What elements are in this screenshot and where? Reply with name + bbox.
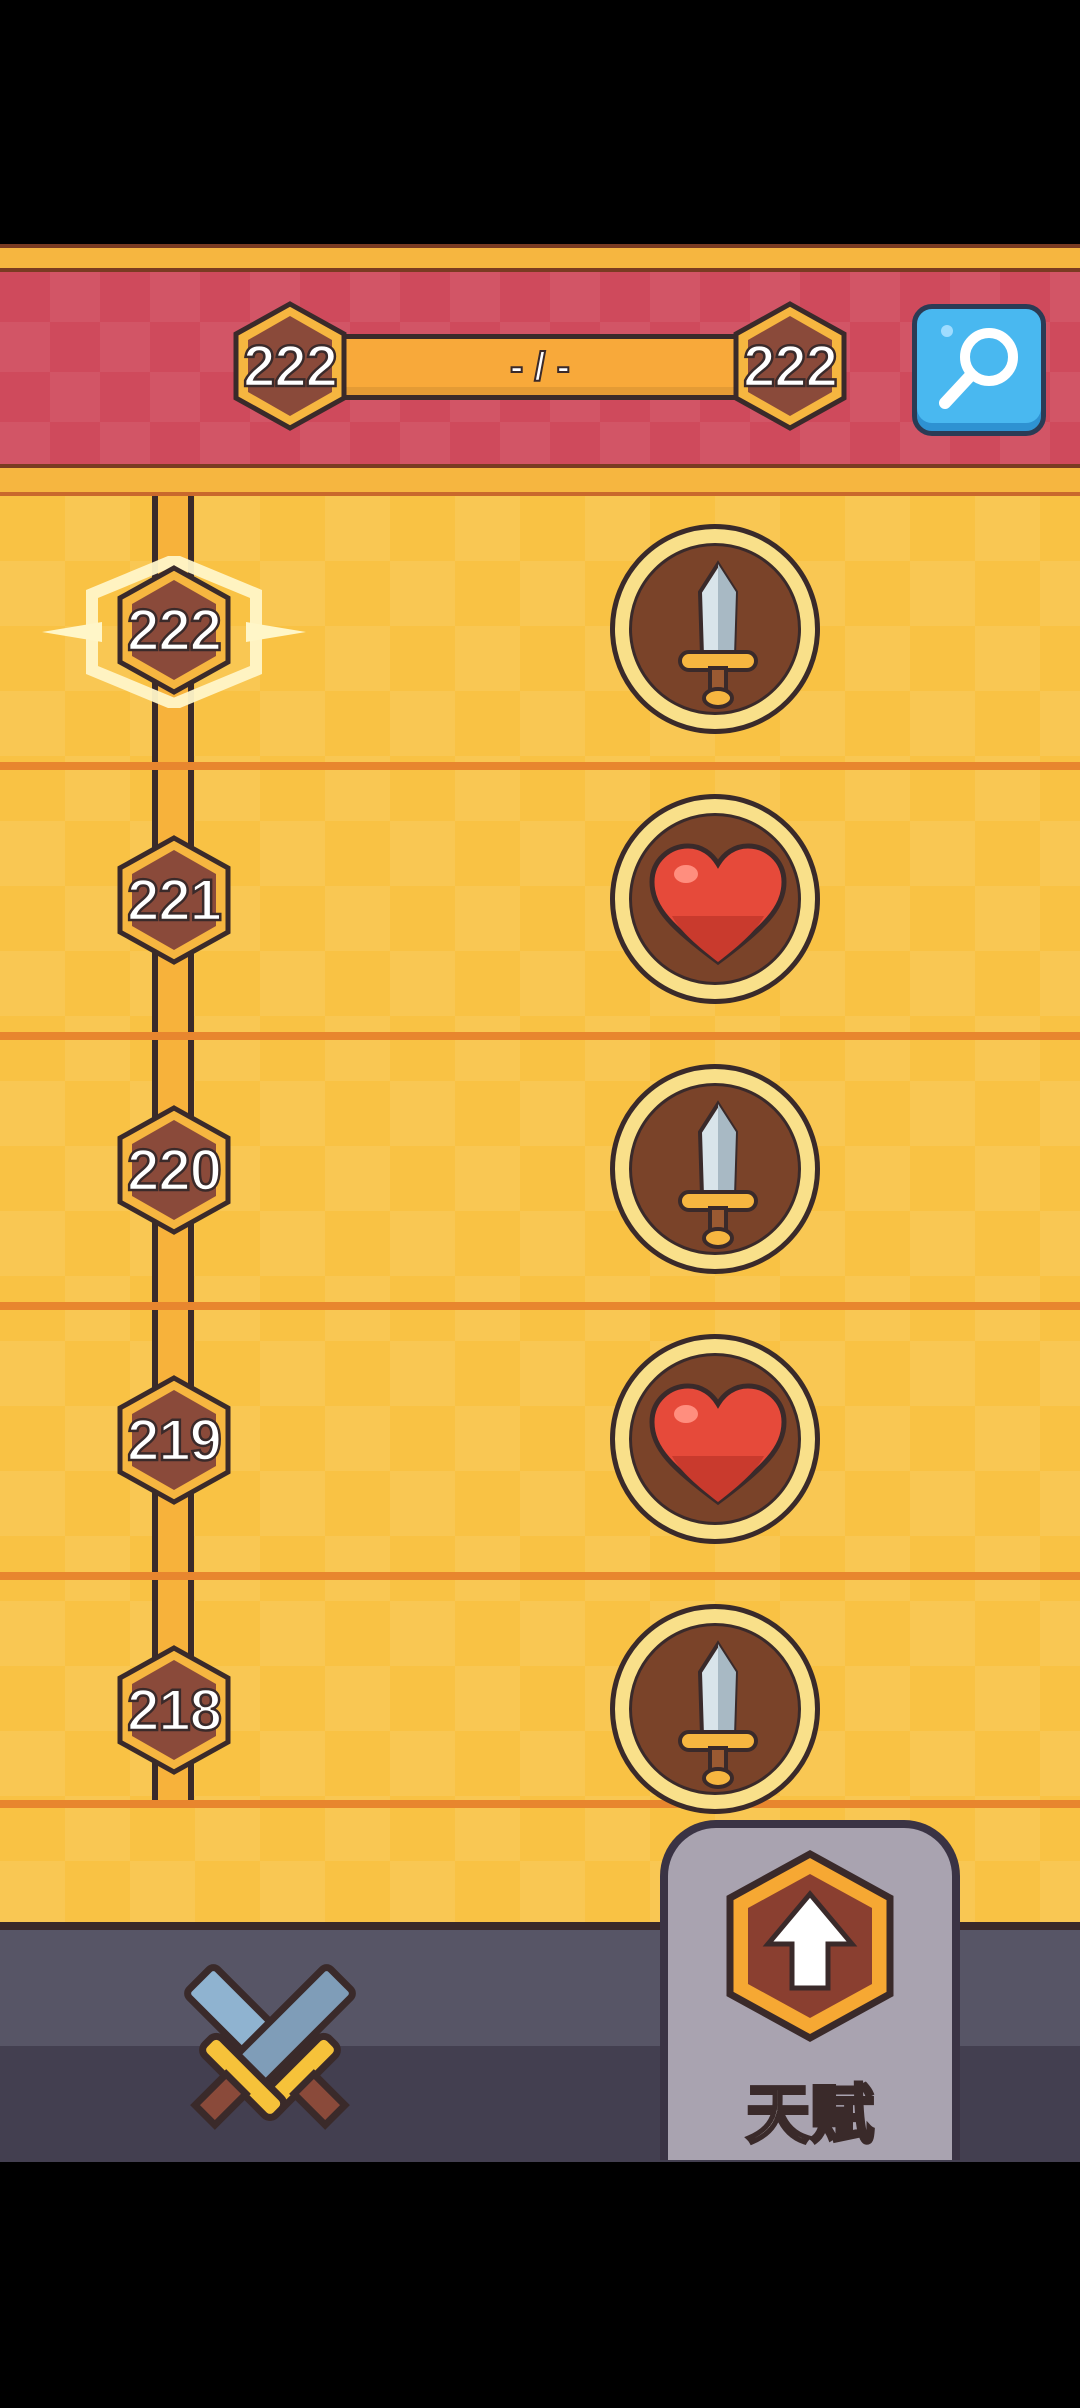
tab-talent-label: 天赋 (745, 2078, 876, 2153)
row-divider (0, 1800, 1080, 1808)
level-number: 221 (126, 866, 223, 934)
list-item-level-badge: 221 (114, 834, 234, 966)
target-level-badge: 222 (730, 300, 850, 432)
row-divider (0, 1572, 1080, 1580)
row-divider (0, 1032, 1080, 1040)
heart-icon (649, 843, 787, 966)
tab-battle[interactable] (150, 1940, 390, 2160)
sword-icon (678, 1640, 758, 1789)
list-item-level-badge: 220 (114, 1104, 234, 1236)
level-number: 220 (126, 1136, 223, 1204)
reward-slot[interactable] (610, 1334, 820, 1544)
reward-slot[interactable] (610, 524, 820, 734)
header-bottom-border (0, 464, 1080, 496)
progress-text: - / - (509, 344, 571, 390)
header-top-border (0, 244, 1080, 272)
current-level-number: 222 (242, 332, 339, 400)
row-divider (0, 762, 1080, 770)
target-level-number: 222 (742, 332, 839, 400)
sword-icon (678, 560, 758, 709)
level-number: 218 (126, 1676, 223, 1744)
magnifier-icon (939, 325, 1018, 409)
level-progress-bar: - / - (330, 334, 750, 400)
level-number: 219 (126, 1406, 223, 1474)
list-item-level-badge: 222 (114, 564, 234, 696)
row-divider (0, 1302, 1080, 1310)
list-item-level-badge: 218 (114, 1644, 234, 1776)
upgrade-arrow-hex-icon (726, 1850, 894, 2042)
sword-icon (678, 1100, 758, 1249)
tab-talent[interactable]: 天赋 (660, 1820, 960, 2160)
list-item-level-badge: 219 (114, 1374, 234, 1506)
reward-slot[interactable] (610, 794, 820, 1004)
reward-slot[interactable] (610, 1604, 820, 1814)
reward-slot[interactable] (610, 1064, 820, 1274)
heart-icon (649, 1383, 787, 1506)
search-button[interactable] (912, 304, 1046, 436)
crossed-swords-icon (184, 1964, 356, 2130)
current-level-badge: 222 (230, 300, 350, 432)
level-number: 222 (126, 596, 223, 664)
